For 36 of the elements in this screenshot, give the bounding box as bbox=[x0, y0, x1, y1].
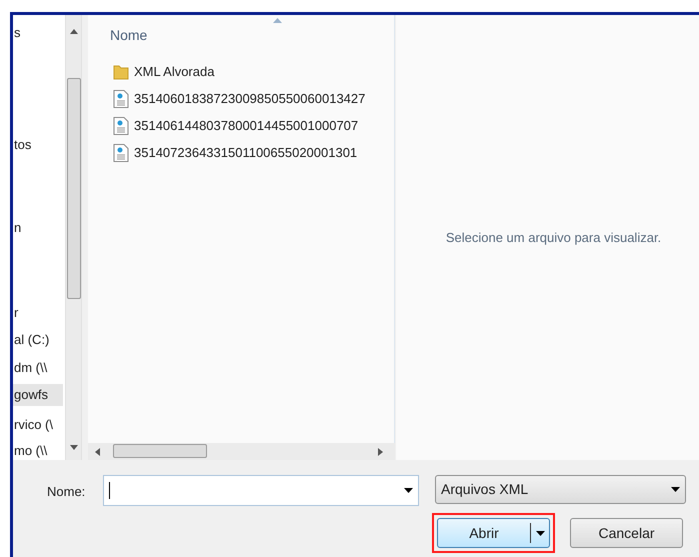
dropdown-caret-icon bbox=[536, 530, 544, 536]
nav-item[interactable]: tos bbox=[13, 134, 63, 156]
dropdown-caret-icon bbox=[671, 487, 680, 492]
file-name[interactable]: 3514072364331501100655020001301 bbox=[134, 143, 358, 163]
scroll-left-icon[interactable] bbox=[95, 448, 100, 456]
horizontal-scrollbar[interactable] bbox=[88, 443, 395, 460]
dropdown-caret-icon bbox=[404, 488, 413, 493]
file-name[interactable]: 35140601838723009850550060013427 bbox=[134, 89, 366, 109]
filename-field[interactable] bbox=[103, 475, 419, 506]
scroll-down-icon[interactable] bbox=[70, 445, 78, 450]
scroll-up-icon[interactable] bbox=[70, 29, 78, 34]
open-button[interactable]: Abrir bbox=[437, 518, 550, 548]
scroll-right-icon[interactable] bbox=[378, 448, 383, 456]
file-name[interactable]: 3514061448037800014455001000707 bbox=[134, 116, 358, 136]
file-type-dropdown[interactable]: Arquivos XML bbox=[435, 475, 686, 504]
nav-item[interactable]: n bbox=[13, 217, 63, 239]
nav-item[interactable]: r bbox=[13, 302, 63, 324]
cancel-button[interactable]: Cancelar bbox=[570, 518, 683, 548]
nav-item[interactable]: dm (\\ bbox=[13, 357, 63, 379]
nav-item[interactable]: s bbox=[13, 22, 63, 44]
document-icon bbox=[113, 90, 129, 108]
document-icon bbox=[113, 117, 129, 135]
scrollbar-thumb[interactable] bbox=[113, 444, 207, 458]
vertical-scrollbar[interactable] bbox=[65, 15, 82, 460]
preview-message: Selecione um arquivo para visualizar. bbox=[444, 228, 662, 247]
nav-item[interactable]: rvico (\ bbox=[13, 414, 63, 436]
sort-ascending-icon bbox=[273, 18, 282, 23]
document-icon bbox=[113, 144, 129, 162]
file-name[interactable]: XML Alvorada bbox=[134, 62, 214, 82]
scrollbar-thumb[interactable] bbox=[67, 78, 81, 299]
nav-item[interactable]: mo (\\ bbox=[13, 440, 63, 460]
nav-item[interactable]: al (C:) bbox=[13, 329, 63, 351]
nav-item[interactable]: gowfs bbox=[13, 384, 63, 406]
folder-icon bbox=[113, 64, 129, 80]
column-header[interactable]: Nome bbox=[110, 25, 148, 46]
filename-label: Nome: bbox=[47, 483, 86, 501]
